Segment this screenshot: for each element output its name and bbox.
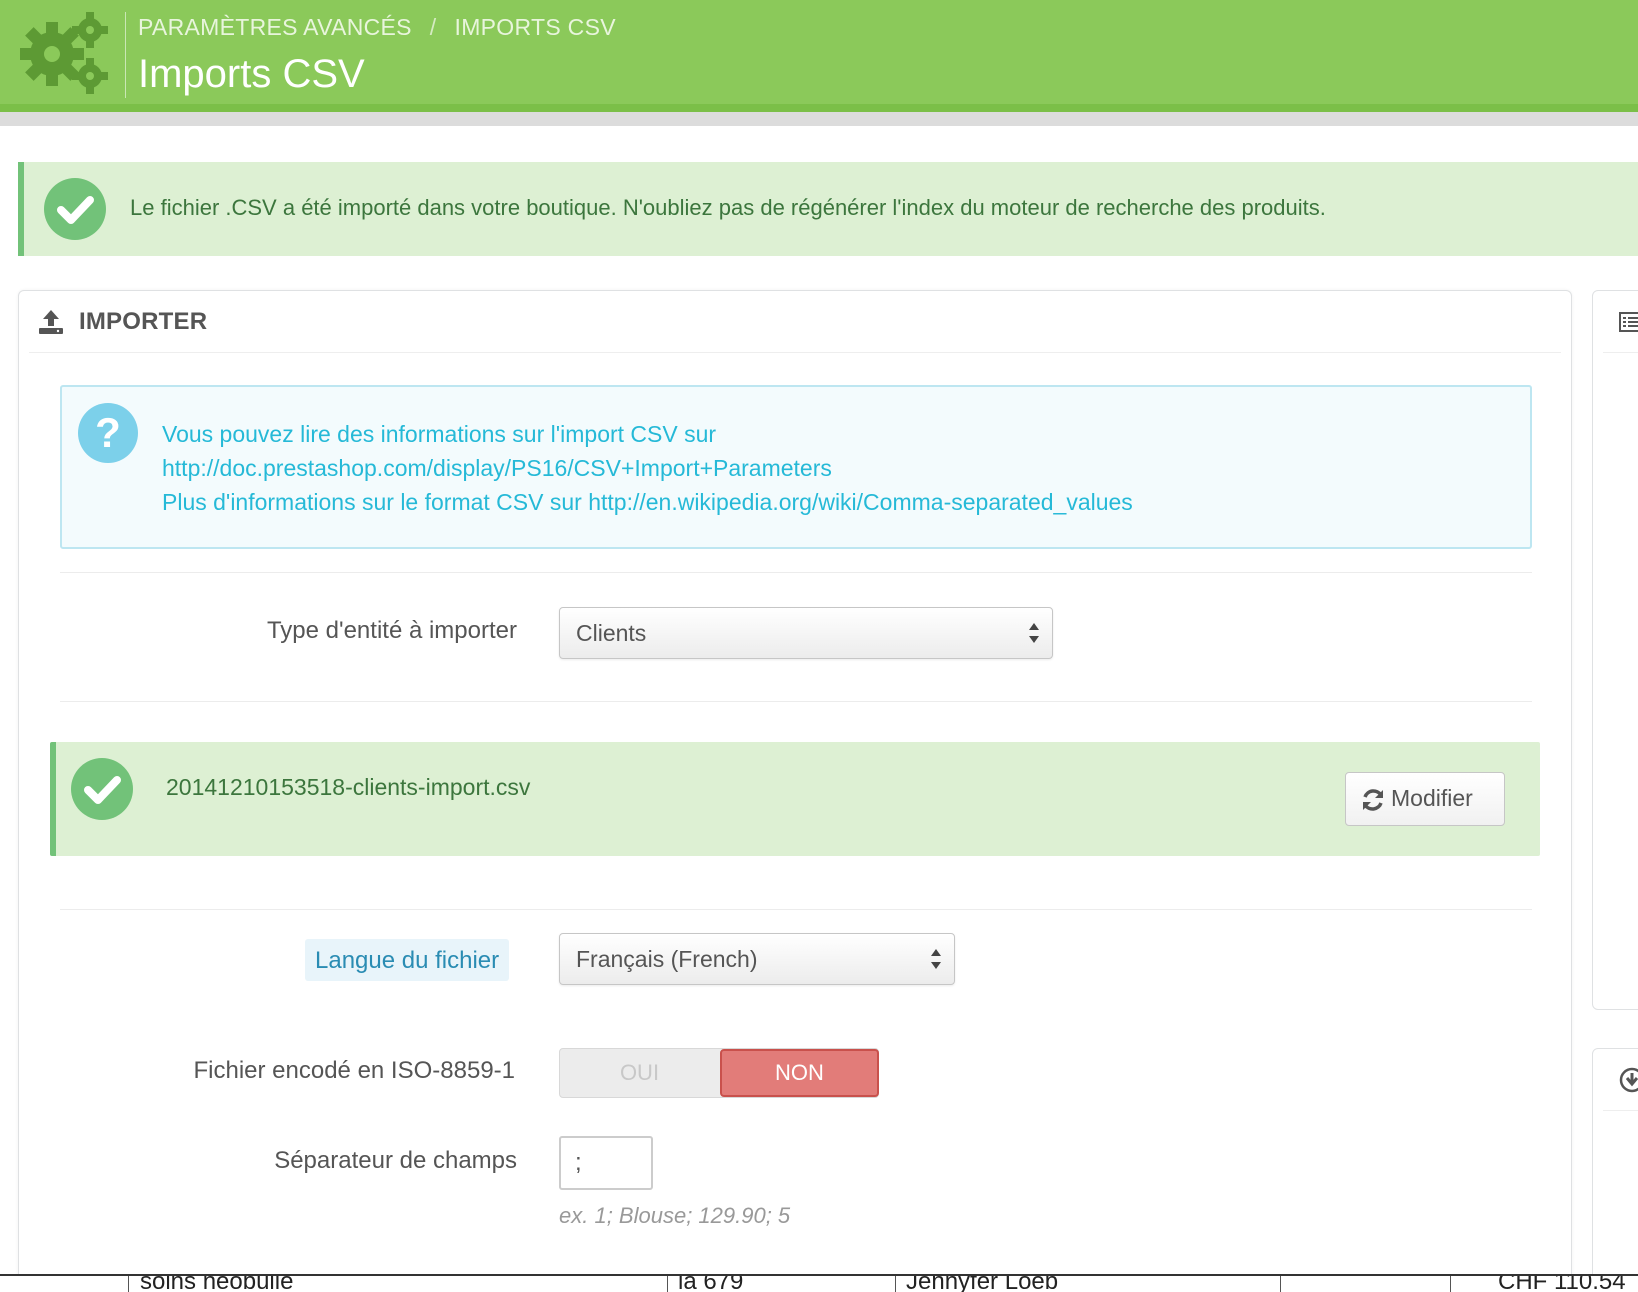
check-circle-icon	[71, 758, 133, 820]
success-alert: Le fichier .CSV a été importé dans votre…	[18, 162, 1638, 256]
background-table-row: soins neobulle la 679 Jennyfer Loeb CHF …	[0, 1274, 1638, 1292]
modify-file-button[interactable]: Modifier	[1345, 772, 1505, 826]
page-header: PARAMÈTRES AVANCÉS / IMPORTS CSV Imports C…	[0, 0, 1638, 126]
panel-title: IMPORTER	[79, 308, 208, 335]
file-language-value: Français (French)	[576, 946, 758, 972]
iso-encoding-yes[interactable]: OUI	[560, 1049, 719, 1097]
download-circle-icon	[1619, 1067, 1638, 1093]
success-message: Le fichier .CSV a été importé dans votre…	[130, 195, 1326, 220]
file-uploaded-alert: 20141210153518-clients-import.csv Modifi…	[50, 742, 1540, 856]
background-cell: Jennyfer Loeb	[906, 1274, 1059, 1292]
breadcrumb-item-parametres-avances[interactable]: PARAMÈTRES AVANCÉS	[138, 14, 412, 41]
modify-button-label: Modifier	[1391, 785, 1473, 811]
upload-icon	[39, 310, 63, 334]
header-divider	[125, 12, 126, 98]
file-language-select[interactable]: Français (French)	[559, 933, 955, 985]
breadcrumb-separator: /	[429, 14, 437, 40]
entity-type-label: Type d'entité à importer	[266, 617, 517, 644]
gears-icon	[20, 12, 108, 94]
breadcrumb: PARAMÈTRES AVANCÉS / IMPORTS CSV	[138, 14, 616, 41]
entity-type-select[interactable]: Clients	[559, 607, 1053, 659]
info-alert: ? Vous pouvez lire des informations sur …	[60, 385, 1532, 549]
svg-text:?: ?	[95, 409, 121, 456]
select-arrows-icon	[931, 949, 941, 969]
select-arrows-icon	[1029, 623, 1039, 643]
iso-encoding-no[interactable]: NON	[720, 1049, 879, 1097]
right-panel-2	[1592, 1048, 1638, 1292]
entity-type-value: Clients	[576, 620, 647, 646]
breadcrumb-item-imports-csv[interactable]: IMPORTS CSV	[455, 14, 616, 41]
uploaded-file-name: 20141210153518-clients-import.csv	[166, 774, 531, 800]
field-separator-input[interactable]	[559, 1136, 653, 1190]
iso-encoding-switch[interactable]: OUI NON	[559, 1048, 879, 1098]
background-cell: la 679	[678, 1274, 744, 1292]
right-panel	[1592, 290, 1638, 1010]
import-panel: IMPORTER ? Vous pouvez lire des informat…	[18, 290, 1572, 1292]
question-circle-icon: ?	[78, 403, 138, 463]
panel-heading: IMPORTER	[29, 291, 1561, 353]
info-line-1: Vous pouvez lire des informations sur l'…	[162, 421, 717, 447]
background-cell: CHF 110.54	[1498, 1274, 1626, 1292]
right-panel-heading	[1603, 291, 1638, 353]
divider	[60, 572, 1532, 573]
iso-encoding-label: Fichier encodé en ISO-8859-1	[193, 1057, 515, 1084]
refresh-icon	[1363, 789, 1383, 811]
check-circle-icon	[44, 178, 106, 240]
background-cell: soins neobulle	[140, 1274, 294, 1292]
info-link-doc[interactable]: http://doc.prestashop.com/display/PS16/C…	[162, 451, 1133, 485]
page-title: Imports CSV	[138, 52, 365, 96]
divider	[60, 701, 1532, 702]
divider	[60, 909, 1532, 910]
field-separator-label: Séparateur de champs	[274, 1147, 517, 1174]
list-icon	[1619, 312, 1638, 332]
file-language-label[interactable]: Langue du fichier	[305, 939, 510, 981]
field-separator-help: ex. 1; Blouse; 129.90; 5	[559, 1203, 791, 1228]
right-panel-2-heading	[1603, 1049, 1638, 1111]
info-line-3[interactable]: Plus d'informations sur le format CSV su…	[162, 485, 1133, 519]
